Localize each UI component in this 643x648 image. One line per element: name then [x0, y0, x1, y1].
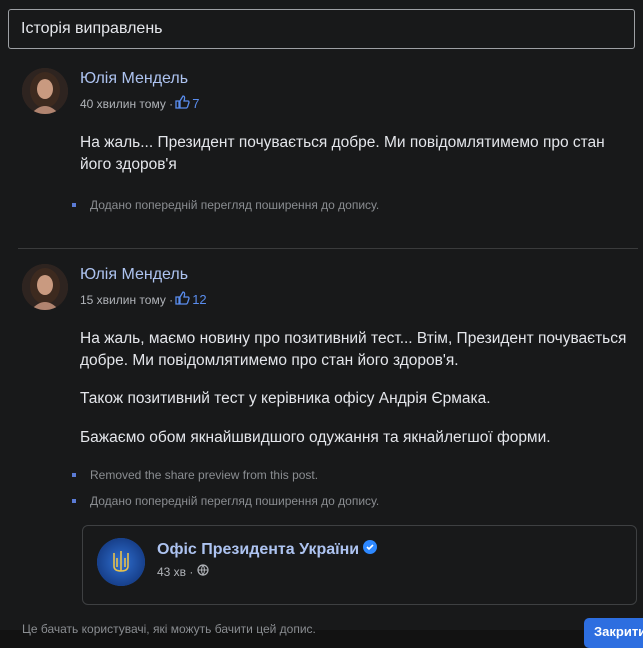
- edit-history-dialog: Історія виправлень Юлія Мендель 40 хвили…: [0, 0, 643, 648]
- dialog-footer: Це бачать користувачі, які можуть бачити…: [0, 612, 643, 648]
- like-icon: [175, 95, 190, 112]
- dialog-title: Історія виправлень: [21, 20, 163, 37]
- change-item: Removed the share preview from this post…: [72, 468, 318, 482]
- avatar[interactable]: [22, 68, 68, 114]
- bullet: [72, 203, 76, 207]
- revisions-list[interactable]: Юлія Мендель 40 хвилин тому · 7 На жаль.…: [8, 52, 643, 612]
- author-name[interactable]: Юлія Мендель: [80, 70, 188, 88]
- change-item: Додано попередній перегляд поширення до …: [72, 494, 379, 508]
- post-text: На жаль, маємо новину про позитивний тес…: [80, 330, 627, 369]
- shared-post-card[interactable]: Офіс Президента України 43 хв ·: [82, 525, 637, 605]
- verified-badge-icon: [363, 540, 378, 559]
- change-text: Додано попередній перегляд поширення до …: [90, 198, 380, 212]
- trident-icon[interactable]: [97, 538, 145, 586]
- change-text: Додано попередній перегляд поширення до …: [90, 494, 380, 508]
- post-text: На жаль... Президент почувається добре. …: [80, 134, 605, 173]
- page-name[interactable]: Офіс Президента України: [157, 540, 378, 559]
- card-time[interactable]: 43 хв ·: [157, 565, 193, 579]
- footer-note: Це бачать користувачі, які можуть бачити…: [22, 622, 316, 636]
- like-count[interactable]: 7: [192, 96, 199, 111]
- card-meta: 43 хв ·: [157, 564, 209, 579]
- change-item: Додано попередній перегляд поширення до …: [72, 198, 379, 212]
- globe-icon: [197, 564, 209, 579]
- bullet: [72, 473, 76, 477]
- dialog-header: Історія виправлень: [8, 9, 635, 49]
- avatar[interactable]: [22, 264, 68, 310]
- bullet: [72, 499, 76, 503]
- post-text: Також позитивний тест у керівника офісу …: [80, 390, 491, 407]
- page-name-text[interactable]: Офіс Президента України: [157, 541, 359, 559]
- like-count[interactable]: 12: [192, 292, 206, 307]
- post-meta: 15 хвилин тому · 12: [80, 291, 207, 308]
- post-time[interactable]: 15 хвилин тому ·: [80, 293, 173, 307]
- post-time[interactable]: 40 хвилин тому ·: [80, 97, 173, 111]
- post-text: Бажаємо обом якнайшвидшого одужання та я…: [80, 429, 551, 446]
- divider: [18, 248, 638, 249]
- post-meta: 40 хвилин тому · 7: [80, 95, 199, 112]
- change-text: Removed the share preview from this post…: [90, 468, 319, 482]
- like-icon: [175, 291, 190, 308]
- author-name[interactable]: Юлія Мендель: [80, 266, 188, 284]
- close-button[interactable]: Закрити: [584, 618, 643, 648]
